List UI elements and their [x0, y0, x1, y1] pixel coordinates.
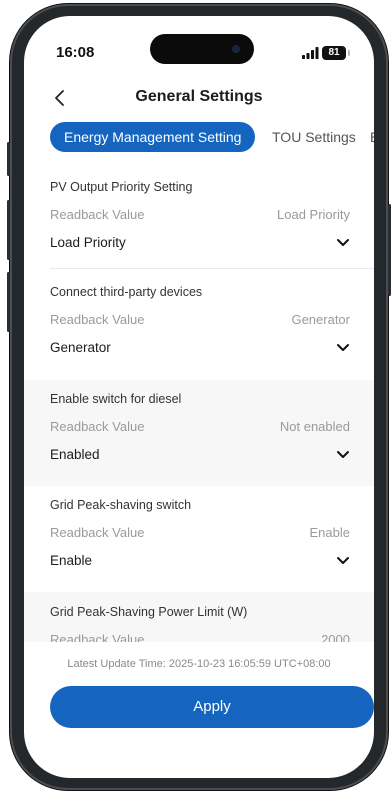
volume-up-button: [7, 200, 10, 260]
select-value[interactable]: Load Priority: [50, 235, 126, 250]
screen: 16:08 81 General Settings Energy Managem…: [24, 16, 374, 778]
select-value[interactable]: Enable: [50, 553, 92, 568]
settings-list: PV Output Priority Setting Readback Valu…: [24, 164, 374, 642]
nav-bar: General Settings: [24, 76, 374, 120]
readback-value: Enable: [309, 525, 350, 540]
readback-label: Readback Value: [50, 419, 145, 434]
tab-bar: Energy Management Setting TOU Settings B: [24, 120, 374, 156]
dynamic-island: [150, 34, 254, 64]
readback-label: Readback Value: [50, 632, 145, 642]
setting-label: Enable switch for diesel: [50, 392, 182, 406]
tab-energy-management[interactable]: Energy Management Setting: [50, 122, 256, 152]
chevron-down-icon[interactable]: [336, 450, 350, 460]
readback-label: Readback Value: [50, 312, 145, 327]
readback-value: 2000: [321, 632, 350, 642]
status-bar: 16:08 81: [24, 16, 374, 76]
setting-label: Grid Peak-Shaving Power Limit (W): [50, 605, 248, 619]
tab-tou-settings[interactable]: TOU Settings: [272, 122, 356, 152]
select-value[interactable]: Generator: [50, 340, 111, 355]
battery-icon: 81: [322, 46, 346, 60]
action-button: [7, 142, 10, 176]
apply-button[interactable]: Apply: [50, 686, 374, 728]
readback-value: Generator: [291, 312, 350, 327]
readback-label: Readback Value: [50, 525, 145, 540]
setting-third-party-devices: Connect third-party devices Readback Val…: [24, 274, 374, 380]
select-value[interactable]: Enabled: [50, 447, 100, 462]
phone-frame: 16:08 81 General Settings Energy Managem…: [7, 4, 391, 790]
cellular-signal-icon: [302, 47, 319, 59]
divider: [50, 268, 374, 269]
setting-label: Connect third-party devices: [50, 285, 203, 299]
readback-value: Load Priority: [277, 207, 350, 222]
setting-peak-shaving-limit: Grid Peak-Shaving Power Limit (W) Readba…: [24, 592, 374, 642]
volume-down-button: [7, 272, 10, 332]
battery-tip: [348, 50, 350, 56]
last-update-time: Latest Update Time: 2025-10-23 16:05:59 …: [67, 658, 331, 670]
status-time: 16:08: [56, 44, 95, 61]
chevron-down-icon[interactable]: [336, 238, 350, 248]
setting-label: PV Output Priority Setting: [50, 180, 193, 194]
chevron-down-icon[interactable]: [336, 343, 350, 353]
readback-value: Not enabled: [279, 419, 350, 434]
camera-dot: [232, 45, 240, 53]
power-button: [388, 204, 391, 296]
setting-diesel-switch: Enable switch for diesel Readback Value …: [24, 380, 374, 486]
chevron-down-icon[interactable]: [336, 556, 350, 566]
setting-label: Grid Peak-shaving switch: [50, 498, 192, 512]
setting-grid-peak-shaving: Grid Peak-shaving switch Readback Value …: [24, 486, 374, 592]
setting-pv-output-priority: PV Output Priority Setting Readback Valu…: [24, 164, 374, 274]
page-title: General Settings: [135, 88, 263, 105]
tab-next-partial[interactable]: B: [370, 122, 374, 152]
readback-label: Readback Value: [50, 207, 145, 222]
